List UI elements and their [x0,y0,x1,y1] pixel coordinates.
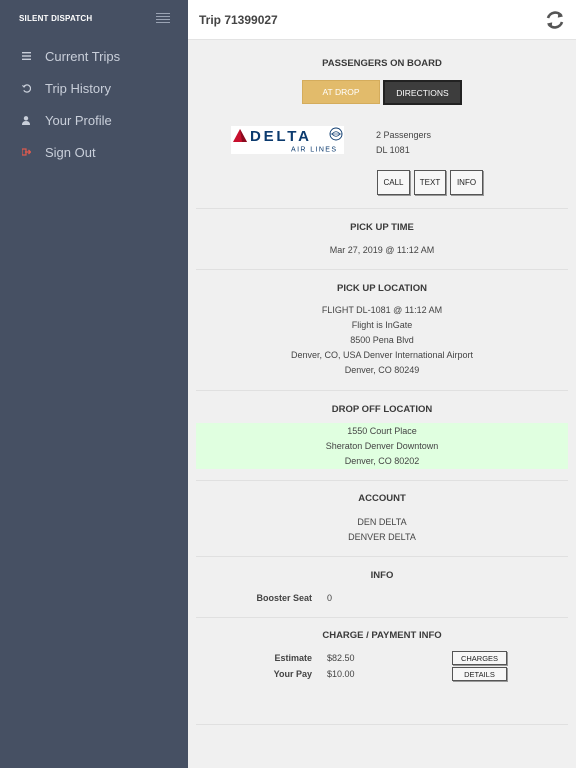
charges-button[interactable]: CHARGES [452,651,507,665]
pickup-location-heading: PICK UP LOCATION [337,283,427,294]
pickup-location-line: Flight is InGate [351,320,413,330]
header: Trip 71399027 [188,0,576,40]
sign-out-icon [20,146,32,158]
estimate-label: Estimate [274,653,312,663]
dropoff-location-heading: DROP OFF LOCATION [331,404,433,415]
divider [196,556,568,557]
menu-icon[interactable] [156,13,170,25]
sidebar: SILENT DISPATCH Current Trips Trip Histo… [0,0,188,768]
sidebar-item-trip-history[interactable]: Trip History [0,72,188,104]
pickup-time-heading: PICK UP TIME [350,222,414,233]
directions-button[interactable]: DIRECTIONS [383,80,462,105]
divider [196,617,568,618]
payment-heading: CHARGE / PAYMENT INFO [322,630,442,641]
pickup-location-line: Denver, CO, USA Denver International Air… [290,350,474,360]
pickup-location-line: Denver, CO 80249 [344,365,420,375]
user-icon [20,114,32,126]
sidebar-item-label: Current Trips [45,48,121,64]
pay-label: Your Pay [273,669,312,679]
brand-title: SILENT DISPATCH [19,14,93,23]
trip-detail: PASSENGERS ON BOARD AT DROP DIRECTIONS D… [188,40,576,768]
details-button[interactable]: DETAILS [452,667,507,681]
status-heading: PASSENGERS ON BOARD [322,58,442,69]
dropoff-location-line: 1550 Court Place [347,426,417,436]
sidebar-item-current-trips[interactable]: Current Trips [0,40,188,72]
divider [196,269,568,270]
sidebar-nav: Current Trips Trip History Your Profile … [0,40,188,168]
booster-seat-label: Booster Seat [256,593,312,603]
estimate-value: $82.50 [327,653,355,663]
divider [196,724,568,725]
history-icon [20,82,32,94]
sidebar-item-sign-out[interactable]: Sign Out [0,136,188,168]
sidebar-item-label: Trip History [45,80,111,96]
dropoff-location-line: Denver, CO 80202 [344,456,420,466]
flight-number: DL 1081 [376,145,410,155]
divider [196,208,568,209]
list-icon [20,50,32,62]
divider [196,390,568,391]
pickup-location-line: 8500 Pena Blvd [350,335,414,345]
account-line: DENVER DELTA [348,532,416,542]
dropoff-location-line: Sheraton Denver Downtown [325,441,439,451]
booster-seat-value: 0 [327,593,333,603]
at-drop-button[interactable]: AT DROP [302,80,380,104]
divider [196,480,568,481]
sidebar-item-label: Sign Out [45,144,96,160]
delta-logo: DELTA AIR LINES [231,126,344,154]
pickup-time-value: Mar 27, 2019 @ 11:12 AM [329,245,435,255]
refresh-icon[interactable] [544,9,566,31]
sidebar-item-label: Your Profile [45,112,112,128]
pickup-location-line: FLIGHT DL-1081 @ 11:12 AM [321,305,443,315]
svg-text:DELTA: DELTA [250,128,312,145]
call-button[interactable]: CALL [377,170,410,195]
account-line: DEN DELTA [357,517,407,527]
pay-value: $10.00 [327,669,355,679]
text-button[interactable]: TEXT [414,170,446,195]
passenger-count: 2 Passengers [376,130,432,140]
info-heading: INFO [370,570,394,581]
account-heading: ACCOUNT [358,493,406,504]
sidebar-item-your-profile[interactable]: Your Profile [0,104,188,136]
svg-text:AIR LINES: AIR LINES [291,147,337,154]
info-button[interactable]: INFO [450,170,483,195]
page-title: Trip 71399027 [199,13,278,27]
